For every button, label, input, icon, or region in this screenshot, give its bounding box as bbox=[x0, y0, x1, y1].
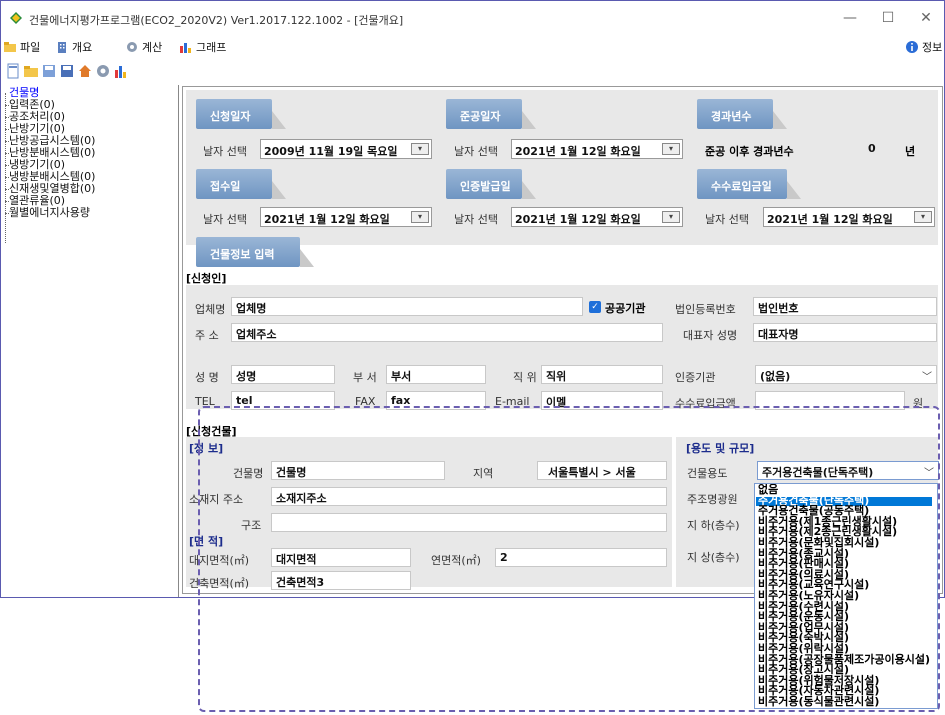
ceo-value: 대표자명 bbox=[758, 328, 799, 341]
menu-info-label: 정보 bbox=[922, 41, 943, 54]
menu-info[interactable]: 정보 bbox=[905, 39, 942, 55]
fee-date-picker[interactable]: 2021년 1월 12일 화요일 ▾ bbox=[763, 207, 935, 227]
tab-building-info: 건물정보 입력 bbox=[196, 237, 314, 267]
cert-combo[interactable]: (없음) ﹀ bbox=[755, 365, 937, 384]
menu-overview-label: 개요 bbox=[72, 41, 93, 54]
applicant-title: [신청인] bbox=[186, 272, 227, 285]
open-folder-icon[interactable] bbox=[23, 63, 39, 79]
tab-elapsed-years: 경과년수 bbox=[697, 99, 787, 129]
receipt-date-picker[interactable]: 2021년 1월 12일 화요일 ▾ bbox=[260, 207, 432, 227]
title-bar: 건물에너지평가프로그램(ECO2_2020V2) Ver1.2017.122.1… bbox=[1, 1, 944, 35]
calendar-dropdown-icon: ▾ bbox=[411, 143, 429, 155]
elapsed-years-label: 준공 이후 경과년수 bbox=[705, 145, 794, 158]
address-value: 업체주소 bbox=[236, 328, 277, 341]
menu-file[interactable]: 파일 bbox=[3, 39, 40, 55]
company-field[interactable]: 업체명 bbox=[231, 297, 583, 316]
dept-value: 부서 bbox=[391, 370, 412, 383]
calendar-dropdown-icon: ▾ bbox=[914, 211, 932, 223]
complete-date-label: 날자 선택 bbox=[454, 145, 498, 158]
building-icon bbox=[58, 42, 66, 53]
bar-chart-icon bbox=[180, 43, 191, 53]
fee-date-label: 날자 선택 bbox=[705, 213, 749, 226]
public-label: 공공기관 bbox=[605, 302, 646, 315]
dept-field[interactable]: 부서 bbox=[386, 365, 486, 384]
position-value: 직위 bbox=[546, 370, 567, 383]
address-field[interactable]: 업체주소 bbox=[231, 323, 663, 342]
chevron-down-icon: ﹀ bbox=[922, 372, 932, 383]
complete-date-picker[interactable]: 2021년 1월 12일 화요일 ▾ bbox=[511, 139, 683, 159]
calendar-dropdown-icon: ▾ bbox=[662, 211, 680, 223]
apply-date-value: 2009년 11월 19일 목요일 bbox=[264, 145, 398, 158]
maximize-button[interactable]: ☐ bbox=[873, 7, 903, 29]
position-label: 직 위 bbox=[513, 371, 537, 384]
use-option[interactable]: 비주거용(동식물관련시설) bbox=[758, 696, 879, 707]
elapsed-years-unit: 년 bbox=[905, 145, 916, 158]
company-label: 업체명 bbox=[195, 303, 226, 316]
issue-date-value: 2021년 1월 12일 화요일 bbox=[515, 213, 641, 226]
complete-date-value: 2021년 1월 12일 화요일 bbox=[515, 145, 641, 158]
issue-date-label: 날자 선택 bbox=[454, 213, 498, 226]
menu-graph[interactable]: 그래프 bbox=[179, 39, 226, 55]
tab-issue-date: 인증발급일 bbox=[446, 169, 536, 199]
new-file-icon[interactable] bbox=[5, 63, 21, 79]
calendar-dropdown-icon: ▾ bbox=[411, 211, 429, 223]
cert-label: 인증기관 bbox=[675, 371, 716, 384]
menu-file-label: 파일 bbox=[20, 41, 41, 54]
address-label: 주 소 bbox=[195, 329, 219, 342]
ceo-field[interactable]: 대표자명 bbox=[753, 323, 937, 342]
settings-icon[interactable] bbox=[95, 63, 111, 79]
tree-item-monthly-energy[interactable]: 월별에너지사용량 bbox=[9, 207, 90, 219]
tab-apply-date: 신청일자 bbox=[196, 99, 286, 129]
elapsed-years-field: 0 bbox=[843, 139, 899, 158]
position-field[interactable]: 직위 bbox=[541, 365, 663, 384]
apply-date-picker[interactable]: 2009년 11월 19일 목요일 ▾ bbox=[260, 139, 432, 159]
calendar-dropdown-icon: ▾ bbox=[662, 143, 680, 155]
minimize-button[interactable]: — bbox=[835, 7, 865, 29]
corp-no-label: 법인등록번호 bbox=[675, 303, 736, 316]
info-icon bbox=[906, 41, 918, 53]
tab-complete-date: 준공일자 bbox=[446, 99, 536, 129]
app-root: 건물에너지평가프로그램(ECO2_2020V2) Ver1.2017.122.1… bbox=[0, 0, 945, 715]
menu-calc-label: 계산 bbox=[142, 41, 163, 54]
save-as-icon[interactable] bbox=[59, 63, 75, 79]
save-icon[interactable] bbox=[41, 63, 57, 79]
gear-icon bbox=[127, 42, 137, 52]
close-button[interactable]: ✕ bbox=[911, 7, 941, 29]
folder-icon bbox=[4, 42, 16, 52]
dept-label: 부 서 bbox=[353, 371, 377, 384]
name-label: 성 명 bbox=[195, 371, 219, 384]
tree-connector bbox=[5, 93, 6, 243]
company-value: 업체명 bbox=[236, 302, 267, 315]
receipt-date-value: 2021년 1월 12일 화요일 bbox=[264, 213, 390, 226]
corp-no-value: 법인번호 bbox=[758, 302, 799, 315]
menu-overview[interactable]: 개요 bbox=[55, 39, 92, 55]
navigation-tree: 건물명 입력존(0) 공조처리(0) 난방기기(0) 난방공급시스템(0) 난방… bbox=[1, 85, 179, 597]
elapsed-years-value: 0 bbox=[868, 142, 876, 155]
tab-fee-date: 수수료입금일 bbox=[697, 169, 801, 199]
name-field[interactable]: 성명 bbox=[231, 365, 335, 384]
public-checkbox[interactable]: ✓ bbox=[589, 301, 601, 313]
app-logo-icon bbox=[10, 12, 22, 24]
use-dropdown-list[interactable]: 없음 주거용건축물(단독주택) 주거용건축물(공동주택) 비주거용(제1종근린생활시설… bbox=[754, 483, 938, 709]
toolbar bbox=[1, 59, 944, 83]
corp-no-field[interactable]: 법인번호 bbox=[753, 297, 937, 316]
menu-graph-label: 그래프 bbox=[196, 41, 227, 54]
apply-date-label: 날자 선택 bbox=[203, 145, 247, 158]
issue-date-picker[interactable]: 2021년 1월 12일 화요일 ▾ bbox=[511, 207, 683, 227]
tab-receipt-date: 접수일 bbox=[196, 169, 286, 199]
receipt-date-label: 날자 선택 bbox=[203, 213, 247, 226]
menu-bar: 파일 개요 계산 그래프 정보 bbox=[1, 35, 944, 59]
cert-value: (없음) bbox=[760, 370, 791, 383]
window-title: 건물에너지평가프로그램(ECO2_2020V2) Ver1.2017.122.1… bbox=[29, 14, 404, 27]
name-value: 성명 bbox=[236, 370, 257, 383]
menu-calc[interactable]: 계산 bbox=[125, 39, 162, 55]
fee-date-value: 2021년 1월 12일 화요일 bbox=[767, 213, 893, 226]
ceo-label: 대표자 성명 bbox=[683, 329, 738, 342]
home-icon[interactable] bbox=[77, 63, 93, 79]
chart-icon[interactable] bbox=[113, 63, 129, 79]
